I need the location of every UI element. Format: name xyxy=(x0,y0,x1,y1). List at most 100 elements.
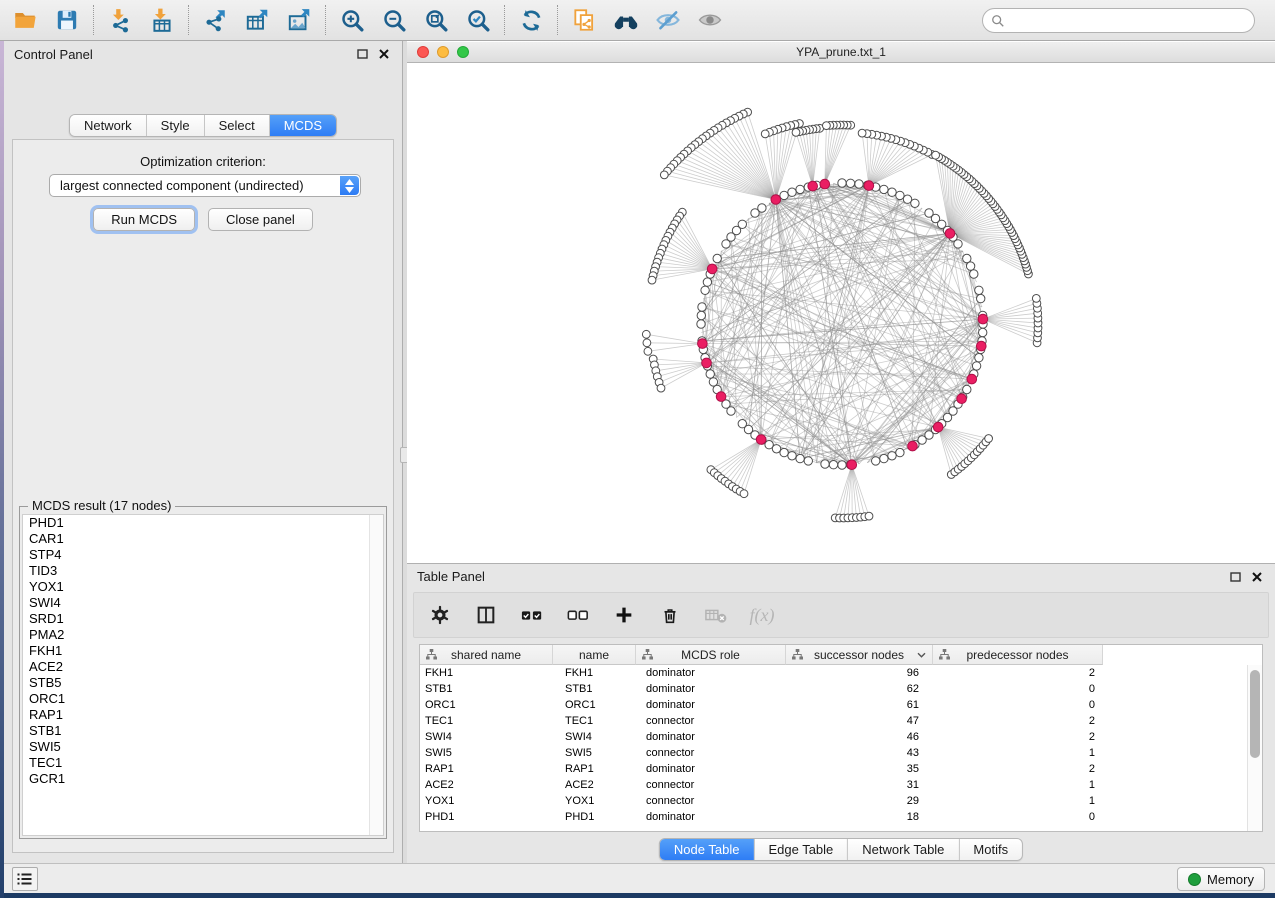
export-table-icon[interactable] xyxy=(236,2,278,38)
network-node[interactable] xyxy=(985,435,993,443)
network-node[interactable] xyxy=(979,328,987,336)
mcds-result-item[interactable]: ACE2 xyxy=(23,659,383,675)
tab-style[interactable]: Style xyxy=(146,115,204,136)
mcds-hub-node[interactable] xyxy=(933,422,943,432)
network-node[interactable] xyxy=(780,191,788,199)
search-input[interactable] xyxy=(1010,13,1254,28)
select-all-icon[interactable] xyxy=(518,600,546,630)
zoom-fit-icon[interactable] xyxy=(415,2,457,38)
mcds-result-item[interactable]: STB1 xyxy=(23,723,383,739)
network-node[interactable] xyxy=(804,457,812,465)
duplicate-network-icon[interactable] xyxy=(563,2,605,38)
network-node[interactable] xyxy=(858,129,866,137)
network-node[interactable] xyxy=(829,461,837,469)
network-node[interactable] xyxy=(880,185,888,193)
table-row[interactable]: STB1STB1dominator620 xyxy=(420,681,1247,697)
column-header-shared[interactable]: shared name xyxy=(420,645,553,665)
column-header-role[interactable]: MCDS role xyxy=(636,645,786,665)
network-canvas[interactable] xyxy=(407,63,1275,563)
column-header-succ[interactable]: successor nodes xyxy=(786,645,933,665)
network-node[interactable] xyxy=(761,130,769,138)
close-table-panel-icon[interactable] xyxy=(1249,569,1265,585)
network-node[interactable] xyxy=(740,490,748,498)
mcds-result-item[interactable]: YOX1 xyxy=(23,579,383,595)
save-session-icon[interactable] xyxy=(46,2,88,38)
network-node[interactable] xyxy=(888,452,896,460)
table-tab-edge-table[interactable]: Edge Table xyxy=(753,839,847,860)
network-node[interactable] xyxy=(963,254,971,262)
table-settings-icon[interactable] xyxy=(426,600,454,630)
zoom-in-icon[interactable] xyxy=(331,2,373,38)
network-node[interactable] xyxy=(872,457,880,465)
network-node[interactable] xyxy=(896,191,904,199)
network-node[interactable] xyxy=(644,347,652,355)
mcds-result-item[interactable]: RAP1 xyxy=(23,707,383,723)
table-row[interactable]: ORC1ORC1dominator610 xyxy=(420,697,1247,713)
mcds-hub-node[interactable] xyxy=(707,264,717,274)
tab-mcds[interactable]: MCDS xyxy=(269,115,336,136)
network-node[interactable] xyxy=(880,454,888,462)
table-row[interactable]: ACE2ACE2connector311 xyxy=(420,777,1247,793)
network-node[interactable] xyxy=(788,188,796,196)
table-row[interactable]: FKH1FKH1dominator962 xyxy=(420,665,1247,681)
mcds-hub-node[interactable] xyxy=(945,229,955,239)
network-node[interactable] xyxy=(896,448,904,456)
mcds-hub-node[interactable] xyxy=(702,358,712,368)
network-node[interactable] xyxy=(738,220,746,228)
zoom-out-icon[interactable] xyxy=(373,2,415,38)
deselect-all-icon[interactable] xyxy=(564,600,592,630)
network-node[interactable] xyxy=(823,122,831,130)
network-node[interactable] xyxy=(660,171,668,179)
network-node[interactable] xyxy=(975,286,983,294)
mcds-result-item[interactable]: TID3 xyxy=(23,563,383,579)
mcds-result-item[interactable]: GCR1 xyxy=(23,771,383,787)
network-node[interactable] xyxy=(738,420,746,428)
mcds-result-item[interactable]: CAR1 xyxy=(23,531,383,547)
mcds-result-item[interactable]: ORC1 xyxy=(23,691,383,707)
network-node[interactable] xyxy=(972,362,980,370)
add-column-icon[interactable] xyxy=(610,600,638,630)
network-node[interactable] xyxy=(970,270,978,278)
table-row[interactable]: PHD1PHD1dominator180 xyxy=(420,809,1247,825)
float-table-panel-icon[interactable] xyxy=(1227,569,1243,585)
table-tab-node-table[interactable]: Node Table xyxy=(660,839,754,860)
network-node[interactable] xyxy=(888,188,896,196)
network-node[interactable] xyxy=(758,204,766,212)
import-table-icon[interactable] xyxy=(141,2,183,38)
close-panel-icon[interactable] xyxy=(376,46,392,62)
mcds-result-item[interactable]: STP4 xyxy=(23,547,383,563)
network-node[interactable] xyxy=(821,460,829,468)
export-image-icon[interactable] xyxy=(278,2,320,38)
mcds-result-item[interactable]: FKH1 xyxy=(23,643,383,659)
network-node[interactable] xyxy=(788,452,796,460)
column-header-name[interactable]: name xyxy=(553,645,636,665)
mcds-result-item[interactable]: STB5 xyxy=(23,675,383,691)
zoom-selected-icon[interactable] xyxy=(457,2,499,38)
network-node[interactable] xyxy=(697,311,705,319)
table-row[interactable]: YOX1YOX1connector291 xyxy=(420,793,1247,809)
network-node[interactable] xyxy=(954,240,962,248)
refresh-icon[interactable] xyxy=(510,2,552,38)
table-row[interactable]: TEC1TEC1connector472 xyxy=(420,713,1247,729)
mcds-hub-node[interactable] xyxy=(908,441,918,451)
run-mcds-button[interactable]: Run MCDS xyxy=(93,208,195,231)
network-node[interactable] xyxy=(713,254,721,262)
mcds-hub-node[interactable] xyxy=(771,195,781,205)
network-node[interactable] xyxy=(703,278,711,286)
mcds-hub-node[interactable] xyxy=(957,394,967,404)
mcds-list-scrollbar[interactable] xyxy=(369,515,383,835)
network-node[interactable] xyxy=(657,384,665,392)
mcds-result-item[interactable]: PMA2 xyxy=(23,627,383,643)
network-node[interactable] xyxy=(706,370,714,378)
network-node[interactable] xyxy=(838,461,846,469)
memory-button[interactable]: Memory xyxy=(1177,867,1265,891)
mcds-hub-node[interactable] xyxy=(820,179,830,189)
mcds-hub-node[interactable] xyxy=(977,341,987,351)
table-scrollbar[interactable] xyxy=(1247,665,1262,831)
mcds-result-item[interactable]: SWI4 xyxy=(23,595,383,611)
mcds-hub-node[interactable] xyxy=(978,314,988,324)
table-scrollbar-thumb[interactable] xyxy=(1250,670,1260,758)
network-node[interactable] xyxy=(911,199,919,207)
network-node[interactable] xyxy=(846,179,854,187)
show-all-icon[interactable] xyxy=(689,2,731,38)
